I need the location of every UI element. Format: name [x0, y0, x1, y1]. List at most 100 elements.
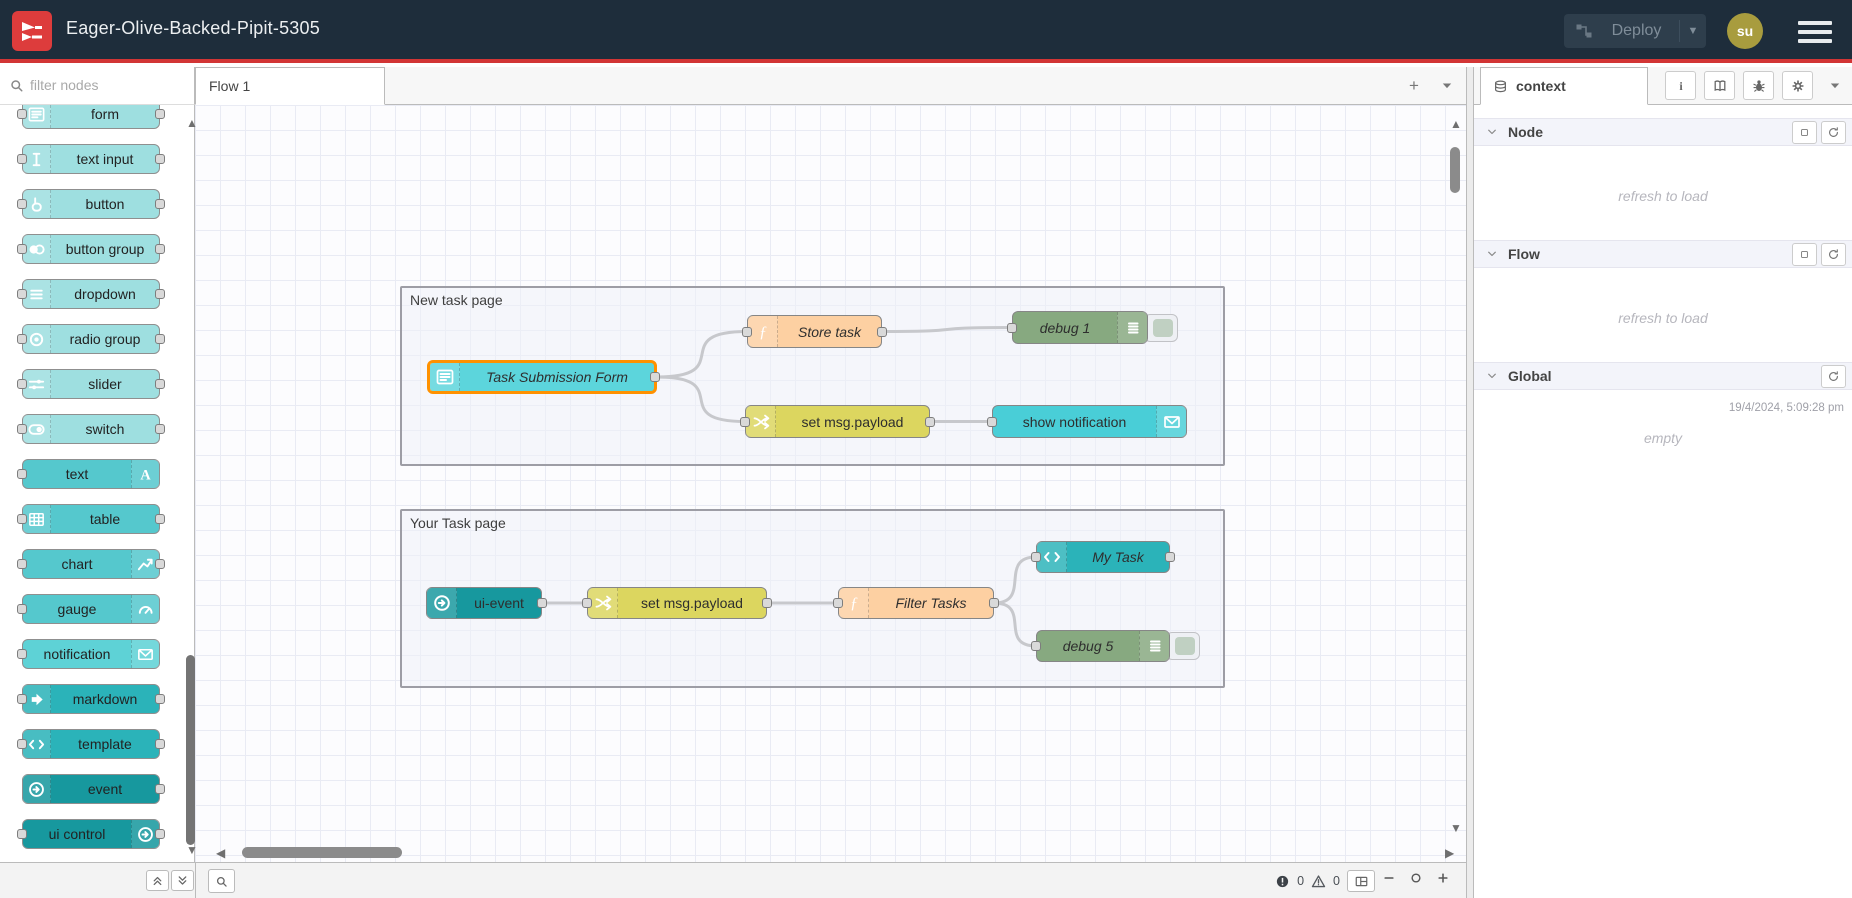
palette-scroll-down-icon[interactable]: ▼	[186, 844, 198, 856]
node-output-port[interactable]	[1165, 552, 1175, 562]
canvas-scroll-up-icon[interactable]: ▲	[1450, 118, 1462, 130]
node-input-port[interactable]	[17, 109, 27, 119]
flow-list-caret-icon[interactable]	[1440, 79, 1456, 95]
palette-node-radio-group[interactable]: radio group	[17, 324, 165, 354]
node-output-port[interactable]	[537, 598, 547, 608]
node-output-port[interactable]	[762, 598, 772, 608]
node-input-port[interactable]	[17, 604, 27, 614]
tab-flow-1[interactable]: Flow 1	[195, 67, 385, 105]
palette-node-dropdown[interactable]: dropdown	[17, 279, 165, 309]
flow-node-store-task[interactable]: ƒ Store task	[742, 315, 887, 348]
flow-node-my-task[interactable]: My Task	[1031, 541, 1175, 573]
sidebar-resize-handle[interactable]	[1466, 67, 1474, 898]
node-input-port[interactable]	[17, 829, 27, 839]
node-input-port[interactable]	[17, 649, 27, 659]
node-input-port[interactable]	[833, 598, 843, 608]
flow-node-debug-5[interactable]: debug 5	[1031, 630, 1200, 662]
zoom-out-button[interactable]	[1382, 871, 1402, 891]
flow-canvas[interactable]: New task page Your Task page Task Submissi…	[195, 105, 1466, 862]
canvas-hscrollbar-thumb[interactable]	[242, 847, 402, 858]
flow-copy-path-button[interactable]	[1792, 243, 1817, 266]
node-input-port[interactable]	[17, 694, 27, 704]
avatar[interactable]: su	[1727, 13, 1763, 49]
navigator-toggle-button[interactable]	[1347, 870, 1375, 892]
node-output-port[interactable]	[155, 334, 165, 344]
node-output-port[interactable]	[155, 784, 165, 794]
flow-node-debug-1[interactable]: debug 1	[1007, 311, 1178, 344]
flow-node-ui-event[interactable]: ui-event	[426, 587, 547, 619]
zoom-reset-button[interactable]	[1409, 871, 1429, 891]
node-input-port[interactable]	[17, 199, 27, 209]
flow-node-set-msg.payload[interactable]: set msg.payload	[740, 405, 935, 438]
global-refresh-button[interactable]	[1821, 365, 1846, 388]
node-output-port[interactable]	[155, 694, 165, 704]
palette-node-ui-control[interactable]: ui control	[17, 819, 165, 849]
settings-tab-button[interactable]	[1782, 71, 1813, 100]
collapse-chevron-icon[interactable]	[1486, 247, 1500, 261]
tab-context[interactable]: context	[1480, 67, 1648, 105]
node-output-port[interactable]	[155, 739, 165, 749]
canvas-scroll-right-icon[interactable]: ▶	[1445, 847, 1454, 859]
node-input-port[interactable]	[17, 424, 27, 434]
node-input-port[interactable]	[1031, 552, 1041, 562]
node-output-port[interactable]	[155, 559, 165, 569]
node-output-port[interactable]	[155, 514, 165, 524]
palette-node-text-input[interactable]: text input	[17, 144, 165, 174]
node-input-port[interactable]	[17, 514, 27, 524]
node-input-port[interactable]	[17, 739, 27, 749]
flow-node-set-msg.payload[interactable]: set msg.payload	[582, 587, 772, 619]
help-tab-button[interactable]	[1704, 71, 1735, 100]
zoom-in-button[interactable]	[1436, 871, 1456, 891]
node-input-port[interactable]	[17, 334, 27, 344]
node-input-port[interactable]	[17, 289, 27, 299]
node-output-port[interactable]	[650, 372, 660, 382]
palette-node-template[interactable]: template	[17, 729, 165, 759]
node-copy-path-button[interactable]	[1792, 121, 1817, 144]
node-output-port[interactable]	[155, 109, 165, 119]
node-input-port[interactable]	[742, 326, 752, 337]
collapse-chevron-icon[interactable]	[1486, 369, 1500, 383]
node-output-port[interactable]	[155, 289, 165, 299]
node-input-port[interactable]	[17, 154, 27, 164]
palette-filter-input[interactable]	[30, 71, 188, 99]
flow-node-task-submission-form[interactable]: Task Submission Form	[427, 360, 660, 394]
palette-node-switch[interactable]: switch	[17, 414, 165, 444]
node-input-port[interactable]	[17, 379, 27, 389]
palette-node-notification[interactable]: notification	[17, 639, 160, 669]
palette-node-table[interactable]: table	[17, 504, 165, 534]
palette-node-gauge[interactable]: gauge	[17, 594, 160, 624]
node-output-port[interactable]	[155, 829, 165, 839]
node-red-logo-icon[interactable]	[12, 11, 52, 51]
node-output-port[interactable]	[155, 154, 165, 164]
add-flow-button[interactable]: +	[1402, 75, 1426, 97]
palette-node-event[interactable]: event	[22, 774, 165, 804]
node-output-port[interactable]	[989, 598, 999, 608]
node-input-port[interactable]	[17, 559, 27, 569]
palette-node-text[interactable]: text A	[17, 459, 160, 489]
palette-node-markdown[interactable]: markdown	[17, 684, 165, 714]
palette-scroll-up-icon[interactable]: ▲	[186, 117, 198, 129]
node-output-port[interactable]	[925, 416, 935, 427]
sidebar-caret-icon[interactable]	[1828, 79, 1844, 95]
palette-expand-all-button[interactable]	[171, 870, 194, 891]
palette-collapse-all-button[interactable]	[146, 870, 169, 891]
info-tab-button[interactable]: i	[1665, 71, 1696, 100]
flow-node-show-notification[interactable]: show notification	[987, 405, 1187, 438]
canvas-scroll-down-icon[interactable]: ▼	[1450, 822, 1462, 834]
palette-node-button-group[interactable]: button group	[17, 234, 165, 264]
canvas-search-button[interactable]	[208, 869, 235, 893]
node-input-port[interactable]	[582, 598, 592, 608]
error-count-icon[interactable]	[1275, 874, 1290, 889]
flow-refresh-button[interactable]	[1821, 243, 1846, 266]
node-input-port[interactable]	[1007, 322, 1017, 333]
palette-node-slider[interactable]: slider	[17, 369, 165, 399]
palette-node-button[interactable]: button	[17, 189, 165, 219]
node-input-port[interactable]	[17, 244, 27, 254]
debug-tab-button[interactable]	[1743, 71, 1774, 100]
palette-scrollbar-thumb[interactable]	[186, 655, 195, 845]
deploy-button[interactable]: Deploy ▼	[1564, 14, 1706, 48]
node-input-port[interactable]	[740, 416, 750, 427]
node-output-port[interactable]	[155, 244, 165, 254]
node-output-port[interactable]	[155, 199, 165, 209]
node-input-port[interactable]	[987, 416, 997, 427]
